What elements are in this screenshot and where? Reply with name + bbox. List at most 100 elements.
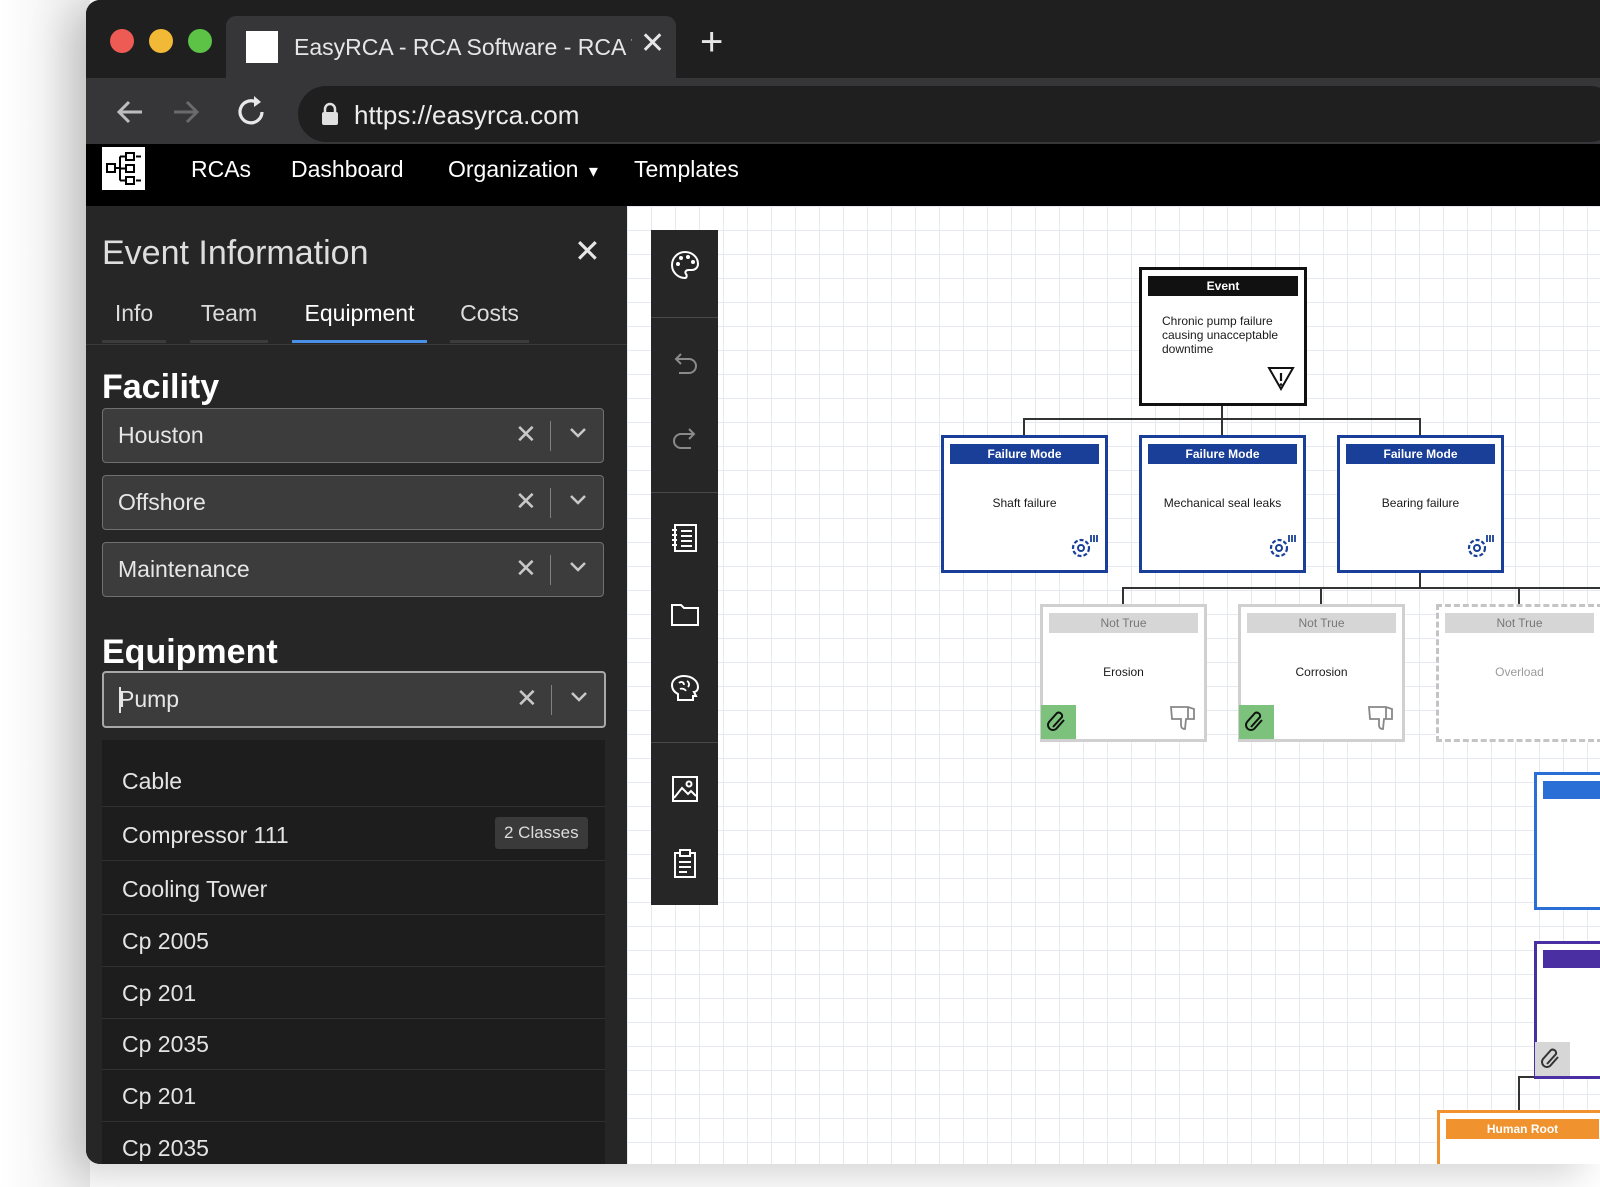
human-root-node[interactable]: Human Root [1437, 1110, 1600, 1164]
option-label: Cooling Tower [122, 876, 268, 902]
hypothesis-node[interactable]: Not True Corrosion [1238, 604, 1405, 742]
connector-line [1320, 587, 1322, 605]
dropdown-option[interactable]: Compressor 111 2 Classes [102, 809, 605, 861]
tab-costs-underline [450, 340, 529, 343]
facility-select-1[interactable]: Houston ✕ [102, 408, 604, 463]
nav-rcas[interactable]: RCAs [191, 156, 251, 183]
new-tab-button[interactable]: + [700, 22, 723, 62]
gear-icon [1071, 535, 1098, 558]
reload-icon[interactable] [230, 90, 274, 134]
tab-title: EasyRCA - RCA Software - RCA Tool [294, 34, 632, 60]
hypothesis-node[interactable]: Not True Overload [1436, 604, 1600, 742]
failure-mode-node[interactable]: Failure Mode Bearing failure [1337, 435, 1504, 573]
chevron-down-icon[interactable] [569, 427, 587, 439]
physical-root-node[interactable] [1534, 772, 1600, 910]
connector-line [1023, 418, 1025, 436]
folder-icon[interactable] [669, 598, 701, 630]
brain-icon[interactable] [669, 673, 701, 705]
undo-icon[interactable] [669, 348, 701, 380]
dropdown-option[interactable]: Cp 201 [102, 1070, 605, 1122]
dropdown-option[interactable]: Cp 2035 [102, 1018, 605, 1070]
hypothesis-header: Not True [1247, 613, 1396, 633]
clipboard-icon[interactable] [669, 848, 701, 880]
equipment-input-value[interactable]: Pump [119, 686, 179, 713]
browser-tab[interactable]: EasyRCA - RCA Software - RCA Tool ✕ [226, 16, 676, 78]
palette-icon[interactable] [669, 249, 701, 281]
nav-templates[interactable]: Templates [634, 156, 739, 183]
chevron-down-icon[interactable] [570, 691, 588, 703]
option-label: Cp 201 [122, 1083, 197, 1109]
evidence-badge[interactable] [1239, 705, 1274, 739]
dropdown-option[interactable]: Cp 2005 [102, 915, 605, 967]
hypothesis-node[interactable]: Not True Erosion [1040, 604, 1207, 742]
browser-window: EasyRCA - RCA Software - RCA Tool ✕ + ht… [86, 0, 1600, 1164]
caret-down-icon: ▾ [588, 161, 598, 181]
equipment-select[interactable]: Pump ✕ [102, 671, 606, 728]
address-bar[interactable]: https://easyrca.com [298, 86, 1600, 142]
tab-info[interactable]: Info [102, 300, 166, 327]
back-arrow-icon[interactable] [108, 90, 152, 134]
thumbs-down-icon [1170, 706, 1195, 730]
panel-title: Event Information [102, 234, 369, 272]
facility-value: Maintenance [118, 556, 250, 582]
facility-value: Houston [118, 422, 204, 448]
event-node[interactable]: Event Chronic pump failure causing unacc… [1139, 267, 1307, 406]
evidence-badge[interactable] [1535, 1042, 1570, 1076]
paperclip-icon [1047, 711, 1065, 731]
panel-close-icon[interactable]: ✕ [574, 232, 601, 270]
clear-icon[interactable]: ✕ [515, 553, 537, 584]
notes-list-icon[interactable] [669, 522, 701, 554]
option-label: Cp 2005 [122, 928, 209, 954]
tab-close-icon[interactable]: ✕ [640, 26, 665, 61]
nav-dashboard[interactable]: Dashboard [291, 156, 404, 183]
option-label: Cp 201 [122, 980, 197, 1006]
option-label: Cp 2035 [122, 1135, 209, 1161]
tab-costs[interactable]: Costs [450, 300, 529, 327]
clear-icon[interactable]: ✕ [516, 683, 538, 714]
failure-mode-header: Failure Mode [1148, 444, 1297, 464]
facility-select-2[interactable]: Offshore ✕ [102, 475, 604, 530]
toolbar-divider [651, 492, 718, 493]
tab-team[interactable]: Team [190, 300, 268, 327]
dropdown-option[interactable]: Cp 2035 [102, 1122, 605, 1164]
evidence-badge[interactable] [1041, 705, 1076, 739]
nav-organization[interactable]: Organization ▾ [448, 156, 598, 183]
failure-mode-node[interactable]: Failure Mode Shaft failure [941, 435, 1108, 573]
dropdown-option[interactable]: Cooling Tower [102, 863, 605, 915]
facility-select-3[interactable]: Maintenance ✕ [102, 542, 604, 597]
clear-icon[interactable]: ✕ [515, 486, 537, 517]
option-label: Compressor 111 [122, 822, 289, 848]
dropdown-option[interactable]: Cp 201 [102, 967, 605, 1019]
tab-equipment[interactable]: Equipment [292, 300, 427, 327]
hypothesis-header: Not True [1445, 613, 1594, 633]
facility-heading: Facility [102, 368, 220, 406]
dropdown-option[interactable]: Cable [102, 755, 605, 807]
rca-canvas[interactable]: Event Chronic pump failure causing unacc… [627, 206, 1600, 1164]
clear-icon[interactable]: ✕ [515, 419, 537, 450]
gear-icon [1467, 535, 1494, 558]
chevron-down-icon[interactable] [569, 494, 587, 506]
latent-root-node[interactable] [1534, 941, 1600, 1079]
image-icon[interactable] [669, 773, 701, 805]
divider [551, 685, 552, 715]
physical-root-header [1543, 781, 1600, 799]
forward-arrow-icon[interactable] [164, 90, 208, 134]
class-count-badge: 2 Classes [495, 817, 588, 849]
redo-icon[interactable] [669, 423, 701, 455]
close-window-icon[interactable] [110, 29, 134, 53]
chevron-down-icon[interactable] [569, 561, 587, 573]
tab-equipment-underline [292, 340, 427, 343]
app-header: RCAs Dashboard Organization ▾ Templates [86, 144, 1600, 206]
diagram-toolbar [651, 230, 718, 905]
minimize-window-icon[interactable] [149, 29, 173, 53]
maximize-window-icon[interactable] [188, 29, 212, 53]
favicon-icon [246, 31, 278, 63]
hypothesis-text: Overload [1495, 665, 1544, 679]
tab-team-underline [190, 340, 268, 343]
connector-line [1518, 1076, 1520, 1110]
paperclip-icon [1245, 711, 1263, 731]
failure-mode-node[interactable]: Failure Mode Mechanical seal leaks [1139, 435, 1306, 573]
easyrca-logo-icon[interactable] [102, 147, 145, 190]
failure-mode-text: Mechanical seal leaks [1163, 496, 1282, 510]
panel-tabs: Info Team Equipment Costs [86, 288, 627, 345]
